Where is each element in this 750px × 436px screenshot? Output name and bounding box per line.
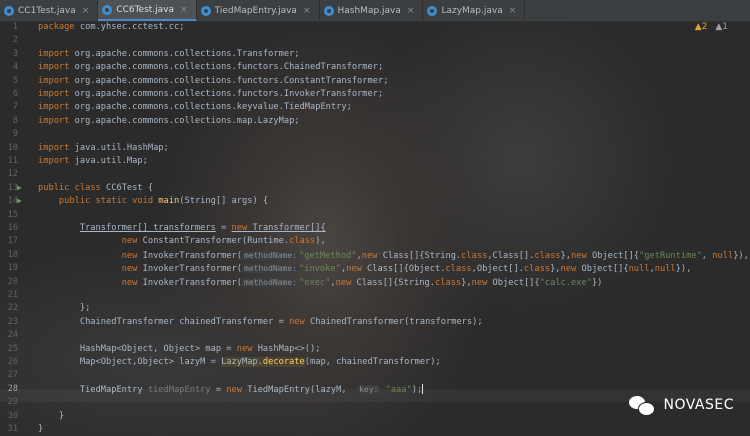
close-icon[interactable]: ×	[180, 5, 188, 15]
code-line-23: ChainedTransformer chainedTransformer = …	[79, 316, 483, 327]
code-line-10: import java.util.HashMap;	[38, 142, 169, 153]
code-line-16: Transformer[] transformers = new Transfo…	[79, 223, 326, 233]
tab-label: CC1Test.java	[18, 5, 76, 16]
ide-window: CC1Test.java × CC6Test.java × TiedMapEntry…	[0, 0, 750, 436]
tab-cc6test[interactable]: CC6Test.java ×	[98, 0, 197, 21]
line-number: 13	[7, 182, 18, 193]
line-number: 5	[12, 75, 18, 86]
line-number: 6	[12, 89, 18, 99]
line-number: 4	[12, 62, 18, 73]
code-line-20: new InvokerTransformer(methodName: "exec"…	[121, 277, 603, 288]
line-number: 20	[7, 276, 18, 287]
line-number: 14	[7, 196, 18, 207]
line-number: 22	[7, 303, 18, 314]
line-number: 12	[7, 169, 18, 180]
code-line-25: HashMap<Object, Object> map = new HashMa…	[79, 343, 321, 354]
code-line-4: import org.apache.commons.collections.fu…	[38, 62, 384, 73]
line-number: 15	[7, 209, 18, 220]
close-icon[interactable]: ×	[509, 6, 517, 16]
line-number: 16	[7, 223, 18, 233]
java-class-icon	[4, 5, 14, 16]
text-caret	[422, 384, 424, 395]
line-number: 2	[12, 35, 18, 46]
tab-cc1test[interactable]: CC1Test.java ×	[0, 0, 99, 21]
watermark: NOVASEC	[629, 394, 734, 416]
code-editor[interactable]: package com.yhsec.cctest.cc; import org.…	[38, 21, 750, 436]
tab-label: CC6Test.java	[116, 4, 175, 15]
code-line-5: import org.apache.commons.collections.fu…	[38, 75, 389, 86]
code-line-6: import org.apache.commons.collections.fu…	[38, 89, 384, 99]
line-number: 31	[7, 424, 18, 434]
line-number-gutter: 1 2 3 4 5 6 7 8 9 10 11 12 13 14 15 16 17 18 19 20 21 22 23 24 2…	[0, 21, 30, 436]
tab-tiedmapentry[interactable]: TiedMapEntry.java ×	[197, 0, 320, 21]
code-line-22: };	[79, 303, 91, 314]
tab-label: LazyMap.java	[441, 5, 503, 16]
line-number: 30	[7, 410, 18, 421]
code-line-14: public static void main(String[] args) {	[58, 196, 269, 207]
code-line-18: new InvokerTransformer(methodName: "getMe…	[121, 250, 749, 261]
line-number: 19	[7, 263, 18, 274]
line-number: 10	[7, 142, 18, 153]
line-number: 3	[12, 48, 18, 59]
tab-hashmap[interactable]: HashMap.java ×	[320, 0, 424, 21]
line-number: 8	[12, 115, 18, 126]
line-number: 24	[7, 330, 18, 341]
editor-tab-bar: CC1Test.java × CC6Test.java × TiedMapEntry…	[0, 0, 750, 22]
run-main-icon[interactable]: ▶	[17, 196, 22, 205]
line-number: 23	[7, 316, 18, 327]
line-number: 25	[7, 343, 18, 354]
line-number: 11	[7, 156, 18, 166]
code-line-11: import java.util.Map;	[38, 156, 148, 166]
code-line-13: public class CC6Test {	[38, 182, 154, 193]
code-line-26: Map<Object,Object> lazyM = LazyMap.decor…	[79, 357, 441, 367]
code-line-7: import org.apache.commons.collections.ke…	[38, 102, 352, 113]
run-class-icon[interactable]: ▶	[17, 183, 22, 192]
wechat-icon	[629, 394, 656, 416]
java-class-icon	[102, 4, 113, 15]
line-number: 18	[7, 249, 18, 260]
line-number: 28	[7, 383, 18, 394]
tab-label: HashMap.java	[337, 5, 401, 16]
tab-label: TiedMapEntry.java	[214, 5, 297, 16]
close-icon[interactable]: ×	[82, 6, 90, 16]
code-line-3: import org.apache.commons.collections.Tr…	[38, 48, 300, 59]
close-icon[interactable]: ×	[407, 6, 415, 16]
code-line-28: TiedMapEntry tiedMapEntry = new TiedMapE…	[79, 384, 424, 395]
line-number: 1	[12, 22, 18, 32]
line-number: 26	[7, 357, 18, 367]
watermark-text: NOVASEC	[663, 397, 734, 413]
code-line-19: new InvokerTransformer(methodName: "invok…	[121, 264, 692, 275]
tab-lazymap[interactable]: LazyMap.java ×	[423, 0, 526, 21]
line-number: 9	[12, 129, 18, 140]
java-class-icon	[323, 5, 334, 16]
line-number: 17	[7, 236, 18, 247]
code-line-17: new ConstantTransformer(Runtime.class),	[121, 236, 326, 247]
code-line-30: }	[58, 410, 65, 421]
code-line-8: import org.apache.commons.collections.ma…	[38, 115, 300, 126]
line-number: 21	[7, 290, 18, 300]
code-line-1: package com.yhsec.cctest.cc;	[38, 22, 185, 32]
line-number: 7	[12, 102, 18, 113]
java-class-icon	[200, 5, 211, 16]
code-line-31: }	[38, 424, 44, 434]
line-number: 27	[7, 370, 18, 381]
line-number: 29	[7, 397, 18, 408]
java-class-icon	[427, 5, 438, 16]
close-icon[interactable]: ×	[303, 6, 311, 16]
